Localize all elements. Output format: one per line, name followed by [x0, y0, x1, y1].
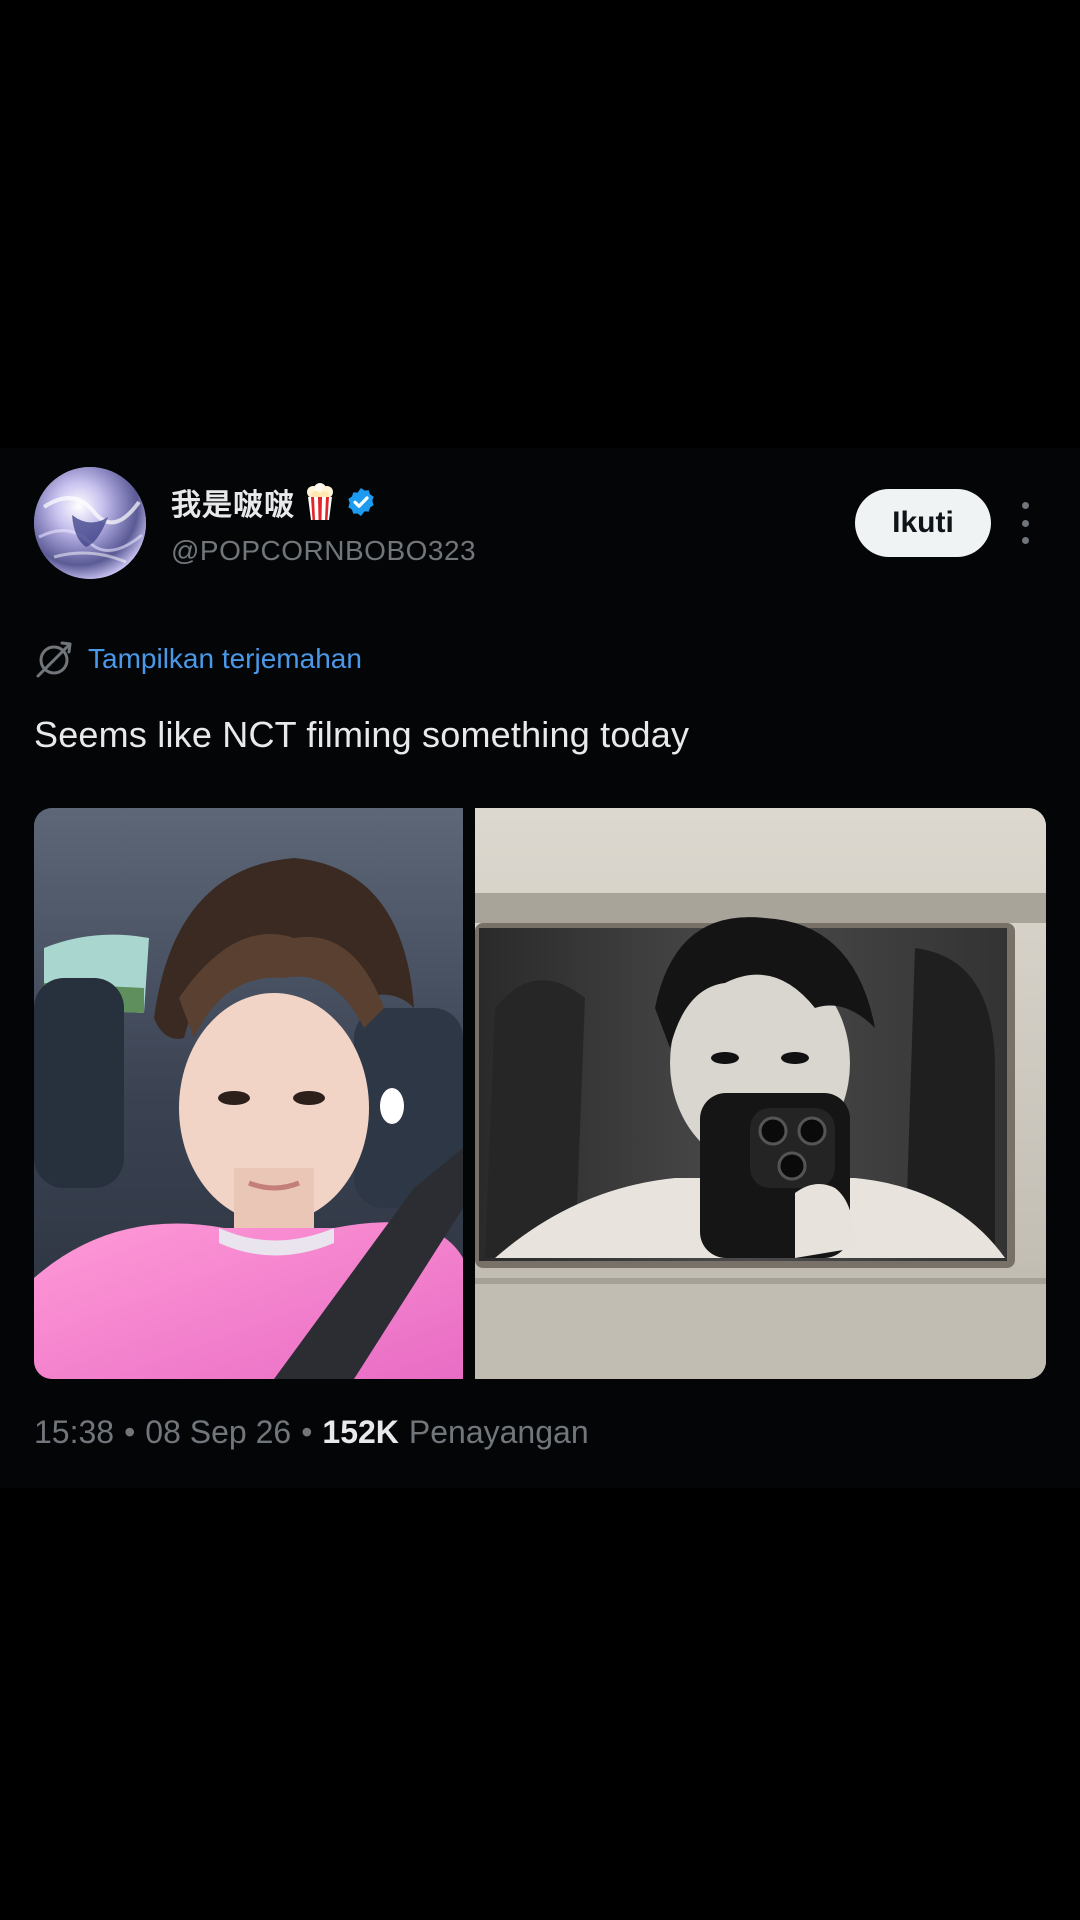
- media-photo-1[interactable]: [34, 808, 463, 1379]
- views-count: 152K: [322, 1414, 399, 1450]
- verified-badge-icon: [348, 488, 374, 516]
- tweet-time[interactable]: 15:38: [34, 1414, 114, 1451]
- tweet-media-grid: [34, 808, 1046, 1379]
- avatar-image: [34, 467, 146, 579]
- meta-separator: •: [124, 1414, 136, 1450]
- views-label: Penayangan: [408, 1414, 589, 1450]
- author-name-row[interactable]: 我是啵啵: [171, 480, 377, 524]
- author-handle[interactable]: @POPCORNBOBO323: [171, 535, 476, 567]
- photo-mirror-selfie: [475, 808, 1046, 1379]
- tweet-date[interactable]: 08 Sep 26: [145, 1414, 291, 1451]
- media-photo-2[interactable]: [475, 808, 1046, 1379]
- meta-separator-2: •: [301, 1414, 313, 1450]
- more-vertical-icon: [1021, 502, 1029, 509]
- author-display-name[interactable]: 我是啵啵: [171, 480, 295, 524]
- author-avatar[interactable]: [34, 467, 146, 579]
- show-translation-link[interactable]: Tampilkan terjemahan: [34, 638, 362, 680]
- more-options-button[interactable]: [1010, 502, 1040, 544]
- tweet-text: Seems like NCT filming something today: [34, 714, 690, 755]
- tweet-meta: 15:38 • 08 Sep 26 • 152K Penayangan: [34, 1414, 589, 1451]
- show-translation-label[interactable]: Tampilkan terjemahan: [88, 643, 362, 675]
- follow-button[interactable]: Ikuti: [855, 489, 991, 557]
- popcorn-icon: [307, 483, 333, 520]
- photo-selfie-car: [34, 808, 463, 1379]
- translate-globe-icon: [36, 641, 72, 678]
